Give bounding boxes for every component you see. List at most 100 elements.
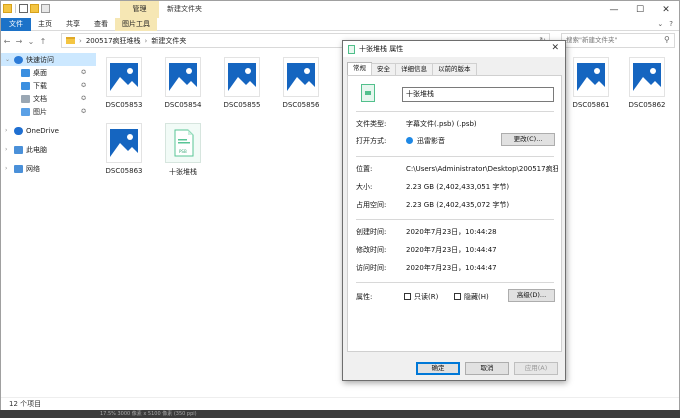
- sidebar-item-quick-access[interactable]: ⌄ 快速访问: [1, 53, 96, 66]
- accessed-value: 2020年7月23日，10:44:47: [406, 264, 497, 272]
- computer-icon: [14, 145, 23, 154]
- sidebar-item-pictures[interactable]: 图片 ✪: [1, 105, 96, 118]
- ok-button[interactable]: 确定: [416, 362, 460, 375]
- opens-with-label: 打开方式:: [356, 137, 387, 145]
- sidebar-item-documents[interactable]: 文档 ✪: [1, 92, 96, 105]
- sidebar-item-onedrive[interactable]: › OneDrive: [1, 124, 96, 137]
- back-arrow-icon[interactable]: ←: [1, 37, 13, 46]
- created-value: 2020年7月23日，10:44:28: [406, 228, 497, 236]
- pin-icon[interactable]: ✪: [81, 82, 86, 89]
- sidebar-item-label: 网络: [26, 164, 40, 173]
- image-thumbnail: [224, 57, 260, 97]
- file-type-badge: PSB: [179, 149, 187, 154]
- dialog-title-bar: 十张堆栈 属性 ✕: [343, 41, 565, 57]
- divider: [356, 156, 554, 157]
- file-item[interactable]: DSC05856: [278, 57, 324, 109]
- maximize-button[interactable]: ☐: [627, 1, 653, 18]
- file-item[interactable]: PSB 十张堆栈: [160, 123, 206, 177]
- image-file-icon: [169, 63, 197, 91]
- window-title: 新建文件夹: [167, 5, 202, 13]
- tab-security[interactable]: 安全: [371, 63, 396, 75]
- file-item[interactable]: DSC05863: [101, 123, 147, 175]
- file-name-field[interactable]: 十张堆栈: [402, 87, 554, 102]
- hidden-checkbox[interactable]: [454, 292, 461, 300]
- navigation-pane: ⌄ 快速访问 桌面 ✪ 下载 ✪ 文档 ✪ 图片 ✪ › OneDrive › …: [1, 53, 96, 397]
- tab-file[interactable]: 文件: [1, 17, 31, 31]
- breadcrumb-item[interactable]: 新建文件夹: [151, 36, 186, 46]
- tab-view[interactable]: 查看: [87, 18, 115, 31]
- folder-icon[interactable]: [3, 4, 12, 13]
- pin-icon[interactable]: ✪: [81, 69, 86, 76]
- sidebar-item-downloads[interactable]: 下载 ✪: [1, 79, 96, 92]
- change-button[interactable]: 更改(C)...: [501, 133, 555, 146]
- file-name: DSC05855: [223, 101, 261, 109]
- recent-chevron-icon[interactable]: ⌄: [25, 37, 37, 46]
- file-name: DSC05854: [164, 101, 202, 109]
- created-label: 创建时间:: [356, 228, 387, 236]
- image-file-icon: [228, 63, 256, 91]
- file-item[interactable]: DSC05855: [219, 57, 265, 109]
- psb-thumbnail: PSB: [165, 123, 201, 163]
- cancel-button[interactable]: 取消: [465, 362, 509, 375]
- file-item[interactable]: DSC05861: [568, 57, 614, 109]
- breadcrumb-item[interactable]: 200517疯狂堆栈: [86, 36, 141, 46]
- chevron-right-icon[interactable]: ›: [5, 165, 11, 172]
- chevron-right-icon[interactable]: ›: [5, 127, 11, 134]
- close-button[interactable]: ✕: [653, 1, 679, 18]
- divider: [356, 219, 554, 220]
- manage-context-tab[interactable]: 管理: [120, 1, 159, 18]
- readonly-checkbox[interactable]: [404, 292, 411, 300]
- properties-check-icon[interactable]: [19, 4, 28, 13]
- documents-icon: [21, 94, 30, 103]
- advanced-button[interactable]: 高级(D)...: [508, 289, 555, 302]
- sidebar-item-this-pc[interactable]: › 此电脑: [1, 143, 96, 156]
- sidebar-item-desktop[interactable]: 桌面 ✪: [1, 66, 96, 79]
- ribbon-right-controls: ⌄ ?: [657, 20, 673, 28]
- image-thumbnail: [283, 57, 319, 97]
- forward-arrow-icon[interactable]: →: [13, 37, 25, 46]
- tab-picture-tools[interactable]: 图片工具: [115, 17, 157, 31]
- explorer-window: 管理 新建文件夹 — ☐ ✕ 文件 主页 共享 查看 图片工具 ⌄ ? ← → …: [0, 0, 680, 411]
- sidebar-item-network[interactable]: › 网络: [1, 162, 96, 175]
- tab-details[interactable]: 详细信息: [395, 63, 433, 75]
- search-input[interactable]: 搜索"新建文件夹": [561, 33, 675, 48]
- pin-icon[interactable]: ✪: [81, 108, 86, 115]
- modified-label: 修改时间:: [356, 246, 387, 254]
- general-tab-panel: 十张堆栈 文件类型: 字幕文件(.psb) (.psb) 打开方式: 迅雷影音 …: [347, 75, 562, 352]
- customize-toolbar-icon[interactable]: [41, 4, 50, 13]
- chevron-down-icon[interactable]: ⌄: [657, 20, 663, 28]
- minimize-button[interactable]: —: [601, 1, 627, 18]
- title-bar: 管理 新建文件夹 — ☐ ✕: [1, 1, 679, 18]
- network-icon: [14, 164, 23, 173]
- chevron-right-icon[interactable]: ›: [5, 146, 11, 153]
- tab-previous-versions[interactable]: 以前的版本: [432, 63, 477, 75]
- tab-share[interactable]: 共享: [59, 18, 87, 31]
- sidebar-item-label: 快速访问: [26, 55, 54, 64]
- image-thumbnail: [573, 57, 609, 97]
- accessed-label: 访问时间:: [356, 264, 387, 272]
- image-thumbnail: [106, 123, 142, 163]
- search-icon: ⚲: [664, 35, 670, 44]
- tab-home[interactable]: 主页: [31, 18, 59, 31]
- pin-icon[interactable]: ✪: [81, 95, 86, 102]
- pictures-icon: [21, 107, 30, 116]
- status-bar: 12 个项目: [1, 397, 679, 411]
- sidebar-item-label: 此电脑: [26, 145, 47, 154]
- file-item[interactable]: DSC05862: [624, 57, 670, 109]
- opens-with-value: 迅雷影音: [406, 136, 445, 146]
- app-name: 迅雷影音: [417, 137, 445, 145]
- background-status-strip: 17.5% 3000 像素 x 5100 像素 (350 ppi): [0, 410, 680, 418]
- readonly-option[interactable]: 只读(R): [404, 292, 438, 302]
- file-item[interactable]: DSC05854: [160, 57, 206, 109]
- new-folder-icon[interactable]: [30, 4, 39, 13]
- help-icon[interactable]: ?: [669, 20, 673, 28]
- hidden-label: 隐藏(H): [464, 293, 489, 301]
- ribbon-tabs: 文件 主页 共享 查看 图片工具 ⌄ ?: [1, 17, 679, 31]
- chevron-down-icon[interactable]: ⌄: [5, 56, 11, 63]
- close-icon[interactable]: ✕: [551, 43, 559, 53]
- tab-general[interactable]: 常规: [347, 62, 372, 75]
- hidden-option[interactable]: 隐藏(H): [454, 292, 489, 302]
- up-arrow-icon[interactable]: ↑: [37, 37, 49, 46]
- file-item[interactable]: DSC05853: [101, 57, 147, 109]
- apply-button[interactable]: 应用(A): [514, 362, 558, 375]
